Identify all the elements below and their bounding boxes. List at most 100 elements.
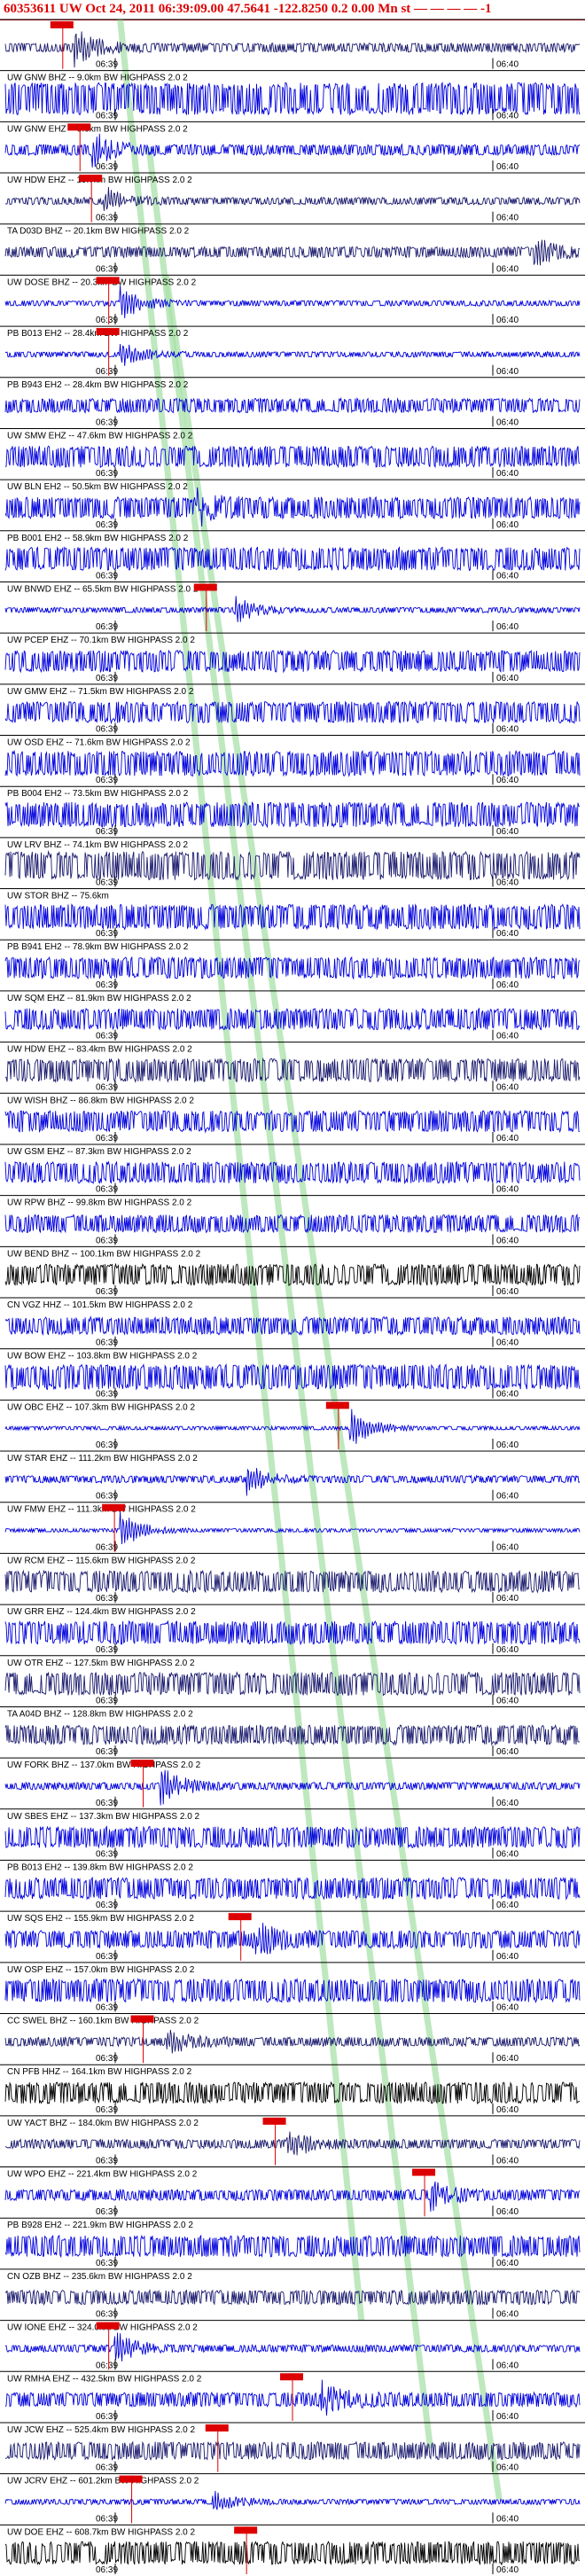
trace-row[interactable]: PB B001 EH2 -- 58.9km BW HIGHPASS 2.0 2 0… bbox=[0, 530, 585, 582]
trace-row[interactable]: UW GMW EHZ -- 71.5km BW HIGHPASS 2.0 2 06… bbox=[0, 683, 585, 735]
pick-flag[interactable] bbox=[412, 2168, 436, 2176]
trace-row[interactable]: CN OZB BHZ -- 235.6km BW HIGHPASS 2.0 2 0… bbox=[0, 2268, 585, 2320]
trace-row[interactable]: UW IONE EHZ -- 324.0km BW HIGHPASS 2.0 2… bbox=[0, 2320, 585, 2371]
waveform bbox=[4, 1468, 581, 1496]
station-label: CN PFB HHZ -- 164.1km BW HIGHPASS 2.0 2 bbox=[7, 2067, 192, 2077]
trace-row[interactable]: PB B941 EH2 -- 78.9km BW HIGHPASS 2.0 2 0… bbox=[0, 939, 585, 990]
time-tick-end: 06:40 bbox=[496, 2054, 519, 2064]
pick-flag[interactable] bbox=[280, 2373, 303, 2381]
trace-row[interactable]: PB B013 EH2 -- 139.8km BW HIGHPASS 2.0 2… bbox=[0, 1859, 585, 1910]
time-tick-end: 06:40 bbox=[496, 1747, 519, 1757]
trace-row[interactable]: UW FMW EHZ -- 111.3km BW HIGHPASS 2.0 2 0… bbox=[0, 1502, 585, 1553]
station-label: UW GRR EHZ -- 124.4km BW HIGHPASS 2.0 2 bbox=[7, 1607, 196, 1617]
trace-row[interactable]: 06:39 06:40 bbox=[0, 19, 585, 70]
pick-flag[interactable] bbox=[67, 123, 91, 131]
trace-row[interactable]: UW YACT BHZ -- 184.0km BW HIGHPASS 2.0 2… bbox=[0, 2115, 585, 2166]
waveform bbox=[4, 2131, 581, 2156]
trace-row[interactable]: UW OSP EHZ -- 157.0km BW HIGHPASS 2.0 2 0… bbox=[0, 1962, 585, 2013]
waveform bbox=[4, 2289, 581, 2307]
trace-row[interactable]: CN PFB HHZ -- 164.1km BW HIGHPASS 2.0 2 0… bbox=[0, 2064, 585, 2115]
trace-row[interactable]: UW SBES EHZ -- 137.3km BW HIGHPASS 2.0 2… bbox=[0, 1808, 585, 1860]
pick-flag[interactable] bbox=[228, 1913, 252, 1921]
station-label: UW WISH BHZ -- 86.8km BW HIGHPASS 2.0 2 bbox=[7, 1096, 194, 1105]
time-tick-end: 06:40 bbox=[496, 2514, 519, 2524]
waveform bbox=[4, 1723, 581, 1746]
waveform bbox=[4, 445, 581, 469]
waveform bbox=[4, 343, 581, 366]
station-label: UW SBES EHZ -- 137.3km BW HIGHPASS 2.0 2 bbox=[7, 1812, 200, 1822]
time-tick-end: 06:40 bbox=[496, 1594, 519, 1604]
waveform bbox=[4, 1511, 581, 1545]
waveform bbox=[4, 956, 581, 980]
waveform bbox=[4, 649, 581, 674]
time-tick-end: 06:40 bbox=[496, 827, 519, 837]
trace-row[interactable]: UW WPO EHZ -- 221.4km BW HIGHPASS 2.0 2 0… bbox=[0, 2166, 585, 2218]
trace-row[interactable]: UW RMHA EHZ -- 432.5km BW HIGHPASS 2.0 2… bbox=[0, 2370, 585, 2422]
station-label: UW BEND BHZ -- 100.1km BW HIGHPASS 2.0 2 bbox=[7, 1249, 201, 1259]
station-label: PB B928 EH2 -- 221.9km BW HIGHPASS 2.0 2 bbox=[7, 2221, 193, 2230]
waveform bbox=[4, 596, 581, 622]
trace-row[interactable]: PB B013 EH2 -- 28.4km BW HIGHPASS 2.0 20… bbox=[0, 325, 585, 377]
time-tick-end: 06:40 bbox=[496, 418, 519, 427]
station-label: UW STAR EHZ -- 111.2km BW HIGHPASS 2.0 2 bbox=[7, 1454, 198, 1464]
trace-row[interactable]: UW JCW EHZ -- 525.4km BW HIGHPASS 2.0 2 0… bbox=[0, 2422, 585, 2473]
trace-row[interactable]: UW LRV BHZ -- 74.1km BW HIGHPASS 2.0 2 06… bbox=[0, 837, 585, 888]
trace-row[interactable]: UW STOR BHZ -- 75.6km06:39 06:40 bbox=[0, 888, 585, 940]
trace-row[interactable]: UW GNW EHZ -- 9.0km BW HIGHPASS 2.0 2 06:… bbox=[0, 121, 585, 172]
pick-flag[interactable] bbox=[234, 2526, 258, 2534]
trace-row[interactable]: UW STAR EHZ -- 111.2km BW HIGHPASS 2.0 2… bbox=[0, 1450, 585, 1502]
time-tick-end: 06:40 bbox=[496, 316, 519, 325]
trace-row[interactable]: CC SWEL BHZ -- 160.1km BW HIGHPASS 2.0 2… bbox=[0, 2013, 585, 2065]
pick-flag[interactable] bbox=[325, 1401, 349, 1409]
trace-row[interactable]: UW GSM EHZ -- 87.3km BW HIGHPASS 2.0 2 06… bbox=[0, 1144, 585, 1195]
pick-flag[interactable] bbox=[96, 2322, 120, 2330]
waveform bbox=[4, 1769, 581, 1806]
pick-flag[interactable] bbox=[262, 2117, 286, 2125]
trace-row[interactable]: PB B004 EH2 -- 73.5km BW HIGHPASS 2.0 2 0… bbox=[0, 785, 585, 837]
trace-row[interactable]: UW BNWD EHZ -- 65.5km BW HIGHPASS 2.0 2 0… bbox=[0, 581, 585, 632]
waveform bbox=[4, 1876, 581, 1901]
trace-row[interactable]: TA A04D BHZ -- 128.8km BW HIGHPASS 2.0 2… bbox=[0, 1706, 585, 1757]
station-label: UW FORK BHZ -- 137.0km BW HIGHPASS 2.0 2 bbox=[7, 1760, 201, 1770]
pick-flag[interactable] bbox=[50, 21, 74, 28]
trace-row[interactable]: UW SQS EH2 -- 155.9km BW HIGHPASS 2.0 2 0… bbox=[0, 1910, 585, 1962]
time-tick-end: 06:40 bbox=[496, 1185, 519, 1195]
trace-row[interactable]: UW SQM EHZ -- 81.9km BW HIGHPASS 2.0 2 06… bbox=[0, 990, 585, 1042]
trace-row[interactable]: UW OBC EHZ -- 107.3km BW HIGHPASS 2.0 2 0… bbox=[0, 1399, 585, 1450]
trace-row[interactable]: UW OSD EHZ -- 71.6km BW HIGHPASS 2.0 2 06… bbox=[0, 735, 585, 786]
station-label: UW SMW EHZ -- 47.6km BW HIGHPASS 2.0 2 bbox=[7, 431, 193, 441]
pick-flag[interactable] bbox=[205, 2424, 229, 2432]
pick-flag[interactable] bbox=[130, 1760, 154, 1768]
trace-row[interactable]: UW BLN EH2 -- 50.5km BW HIGHPASS 2.0 2 06… bbox=[0, 479, 585, 530]
seismogram-panel[interactable]: 06:39 06:40UW GNW BHZ -- 9.0km BW HIGHPAS… bbox=[0, 0, 585, 2576]
trace-row[interactable]: UW HDW EHZ -- 19.7km BW HIGHPASS 2.0 206… bbox=[0, 172, 585, 223]
pick-flag[interactable] bbox=[96, 277, 120, 285]
time-tick-end: 06:40 bbox=[496, 2310, 519, 2320]
trace-row[interactable]: PB B943 EH2 -- 28.4km BW HIGHPASS 2.0 2 0… bbox=[0, 377, 585, 428]
time-tick-end: 06:40 bbox=[496, 2003, 519, 2013]
trace-row[interactable]: UW BOW EHZ -- 103.8km BW HIGHPASS 2.0 2 0… bbox=[0, 1348, 585, 1400]
station-label: PB B001 EH2 -- 58.9km BW HIGHPASS 2.0 2 bbox=[7, 534, 189, 543]
pick-flag[interactable] bbox=[119, 2475, 143, 2483]
waveform bbox=[4, 1007, 581, 1032]
trace-row[interactable]: UW HDW EHZ -- 83.4km BW HIGHPASS 2.0 2 06… bbox=[0, 1042, 585, 1093]
pick-flag[interactable] bbox=[96, 328, 120, 336]
trace-row[interactable]: PB B928 EH2 -- 221.9km BW HIGHPASS 2.0 2… bbox=[0, 2217, 585, 2268]
trace-row[interactable]: UW SMW EHZ -- 47.6km BW HIGHPASS 2.0 2 06… bbox=[0, 427, 585, 479]
trace-row[interactable]: UW FORK BHZ -- 137.0km BW HIGHPASS 2.0 2… bbox=[0, 1757, 585, 1808]
trace-row[interactable]: UW RCM EHZ -- 115.6km BW HIGHPASS 2.0 2 0… bbox=[0, 1552, 585, 1604]
station-label: UW SQS EH2 -- 155.9km BW HIGHPASS 2.0 2 bbox=[7, 1914, 194, 1924]
station-label: UW OSD EHZ -- 71.6km BW HIGHPASS 2.0 2 bbox=[7, 738, 191, 748]
pick-flag[interactable] bbox=[102, 1503, 126, 1511]
station-label: UW BOW EHZ -- 103.8km BW HIGHPASS 2.0 2 bbox=[7, 1352, 198, 1362]
trace-row[interactable]: UW GNW BHZ -- 9.0km BW HIGHPASS 2.0 2 06:… bbox=[0, 70, 585, 121]
pick-flag[interactable] bbox=[79, 175, 103, 183]
trace-row[interactable]: UW RPW BHZ -- 99.8km BW HIGHPASS 2.0 2 06… bbox=[0, 1195, 585, 1246]
trace-row[interactable]: UW DOE EHZ -- 608.7km BW HIGHPASS 2.0 2 0… bbox=[0, 2524, 585, 2575]
trace-row[interactable]: UW PCEP EHZ -- 70.1km BW HIGHPASS 2.0 2 0… bbox=[0, 632, 585, 683]
trace-row[interactable]: UW DOSE BHZ -- 20.3km BW HIGHPASS 2.0 20… bbox=[0, 274, 585, 325]
trace-row[interactable]: UW BEND BHZ -- 100.1km BW HIGHPASS 2.0 2… bbox=[0, 1245, 585, 1297]
pick-flag[interactable] bbox=[193, 583, 217, 591]
pick-flag[interactable] bbox=[130, 2015, 154, 2023]
trace-row[interactable]: TA D03D BHZ -- 20.1km BW HIGHPASS 2.0 2 0… bbox=[0, 223, 585, 275]
